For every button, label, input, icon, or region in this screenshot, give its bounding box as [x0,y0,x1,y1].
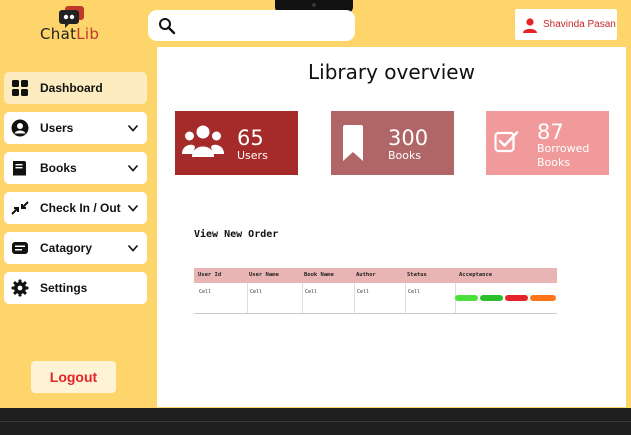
accept-button[interactable] [455,295,478,301]
column-header: Acceptance [459,272,493,278]
book-icon [13,161,26,176]
user-name: Shavinda Pasan [543,19,616,30]
approve-button[interactable] [480,295,503,301]
checkbox-icon [494,131,519,153]
logo-text-chat: Chat [40,25,77,43]
grid-icon [12,80,28,96]
sidebar-item-users[interactable]: Users [4,112,147,144]
user-profile-button[interactable]: Shavinda Pasan [515,9,617,40]
device-bezel [0,408,631,435]
stat-value: 65 [237,126,264,150]
swap-arrows-icon [11,201,29,215]
table-cell[interactable]: Cell [357,289,369,295]
stat-label: Books [537,156,571,169]
table-cell[interactable]: Cell [250,289,262,295]
chevron-down-icon[interactable] [127,162,139,174]
stat-card-books[interactable]: 300 Books [331,111,454,175]
table-cell[interactable]: Cell [199,289,211,295]
stat-label: Users [237,149,268,162]
chevron-down-icon[interactable] [127,242,139,254]
sidebar-item-dashboard[interactable]: Dashboard [4,72,147,104]
sidebar-item-settings[interactable]: Settings [4,272,147,304]
chevron-down-icon[interactable] [127,122,139,134]
main-content: Library overview 65 Users 300 Books 87 B… [157,47,626,407]
pending-button[interactable] [530,295,556,301]
logo-text-lib: Lib [76,25,100,43]
sidebar-item-label: Dashboard [40,81,103,95]
table-column: Book Name Cell [300,268,354,314]
table-column: Status Cell [403,268,455,314]
search-bar[interactable] [148,10,355,41]
stat-value: 300 [388,126,429,150]
orders-title: View New Order [194,229,279,240]
table-column: User Name Cell [245,268,302,314]
sidebar-item-label: Settings [40,281,88,295]
stat-label: Borrowed [537,142,590,155]
column-header: User Name [249,272,279,278]
sidebar-item-category[interactable]: Catagory [4,232,147,264]
column-header: Status [407,272,427,278]
sidebar-item-check-in-out[interactable]: Check In / Out [4,192,147,224]
chevron-down-icon[interactable] [127,202,139,214]
sidebar-item-label: Check In / Out [40,201,121,215]
sidebar-item-label: Catagory [40,241,93,255]
table-cell[interactable]: Cell [408,289,420,295]
gear-icon [11,279,29,297]
user-circle-icon [11,119,29,137]
orders-table: User Id Cell User Name Cell Book Name Ce… [194,268,557,314]
column-header: Author [356,272,376,278]
search-input[interactable] [184,15,344,36]
sidebar-item-label: Books [40,161,77,175]
table-cell[interactable]: Cell [305,289,317,295]
sidebar-item-books[interactable]: Books [4,152,147,184]
logout-button[interactable]: Logout [31,361,116,393]
column-header: Book Name [304,272,334,278]
bookmark-icon [343,125,363,161]
stat-card-users[interactable]: 65 Users [175,111,298,175]
users-icon [182,125,224,157]
reject-button[interactable] [505,295,528,301]
page-title: Library overview [308,60,475,84]
table-bottom-border [194,313,557,314]
logo-text: ChatLib [40,25,99,43]
search-icon[interactable] [158,17,176,35]
category-icon [12,242,28,254]
sidebar-item-label: Users [40,121,74,135]
app-logo[interactable]: ChatLib [40,6,106,44]
table-column: Acceptance [455,268,557,314]
user-icon [523,17,537,33]
stat-label: Books [388,149,422,162]
table-column: Author Cell [352,268,406,314]
stat-value: 87 [537,120,564,144]
table-column: User Id Cell [194,268,247,314]
column-header: User Id [198,272,222,278]
stat-card-borrowed[interactable]: 87 Borrowed Books [486,111,609,175]
